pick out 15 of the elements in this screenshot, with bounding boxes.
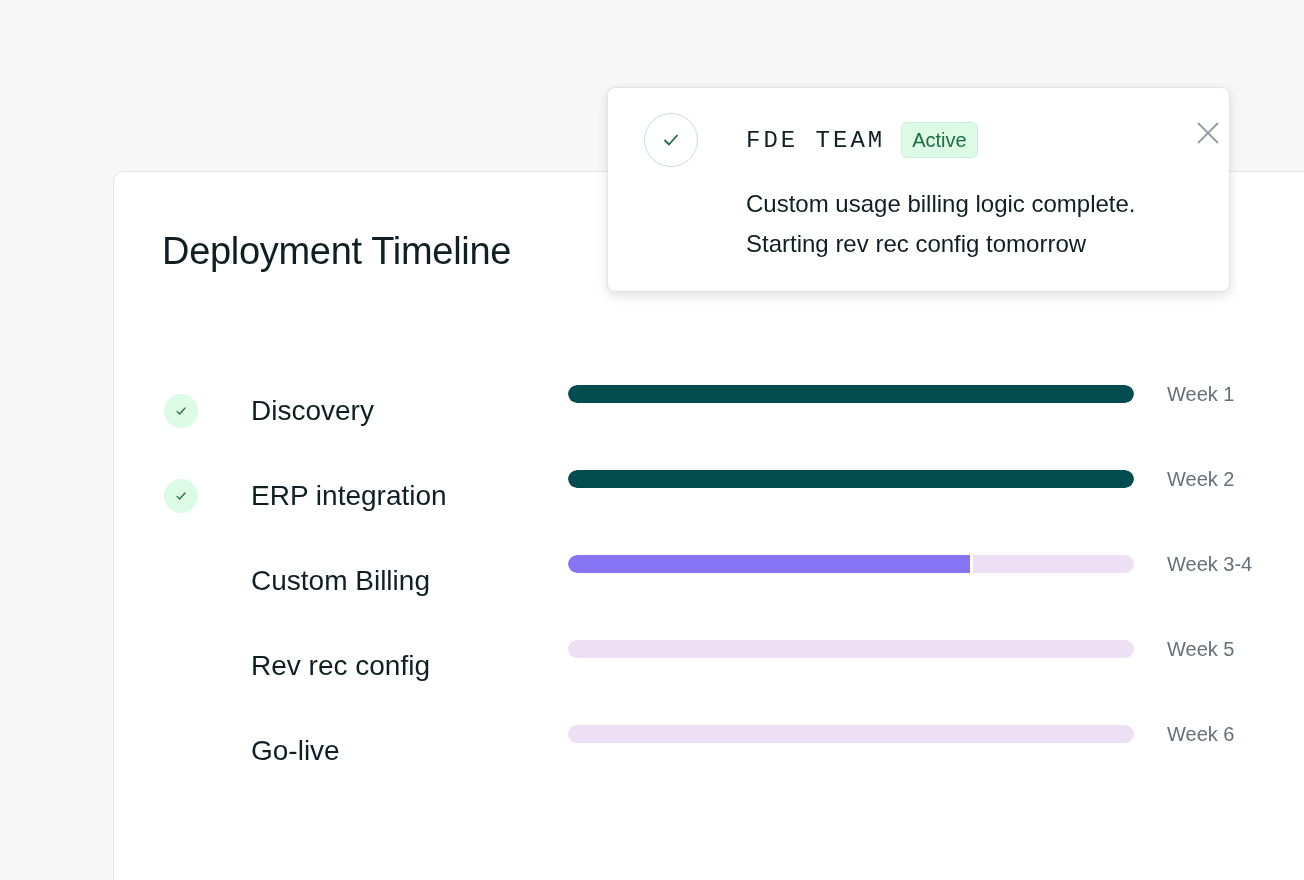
week-label: Week 2 [1167, 467, 1236, 491]
close-icon[interactable] [1196, 121, 1220, 145]
week-label: Week 6 [1167, 722, 1236, 746]
phase-name: Discovery [251, 393, 375, 428]
phase-name: Rev rec config [251, 648, 431, 683]
week-label: Week 1 [1167, 382, 1236, 406]
week-label: Week 5 [1167, 637, 1236, 661]
week-label: Week 3-4 [1167, 552, 1254, 576]
notification-message: Custom usage billing logic complete. Starting rev rec config tomorrow [746, 189, 1137, 259]
card-title: Deployment Timeline [162, 229, 512, 274]
team-name: FDE TEAM [746, 126, 886, 154]
status-badge: Active [901, 122, 978, 158]
phase-name: Custom Billing [251, 563, 431, 598]
phase-name: Go-live [251, 733, 341, 768]
phase-name: ERP integration [251, 478, 448, 513]
